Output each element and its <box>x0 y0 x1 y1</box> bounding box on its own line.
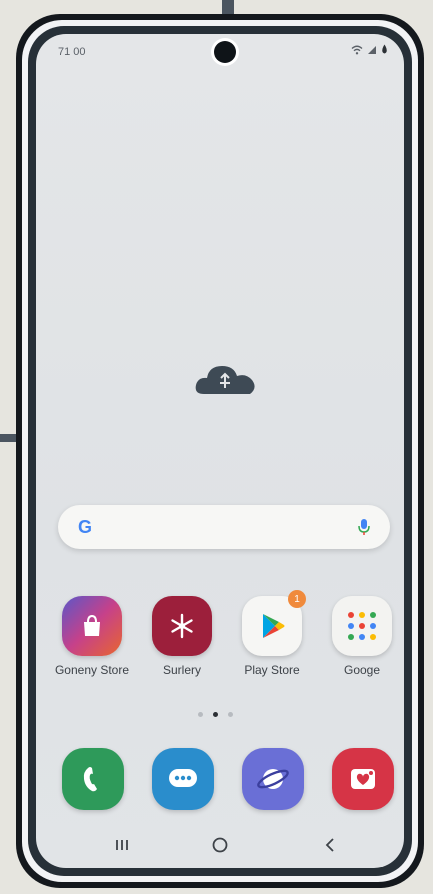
app-surlery[interactable]: Surlery <box>142 596 222 677</box>
app-label: Surlery <box>162 663 201 677</box>
page-indicator[interactable] <box>198 712 233 717</box>
home-icon[interactable] <box>200 832 240 858</box>
google-search-bar[interactable]: G <box>58 505 390 549</box>
home-screen: 71 00 G Goneny Store Surlery 1 Play Stor… <box>36 34 404 868</box>
shopping-bag-icon <box>62 596 122 656</box>
microphone-icon[interactable] <box>358 518 370 536</box>
app-label: Play Store <box>244 663 300 677</box>
battery-icon <box>382 44 387 54</box>
page-dot[interactable] <box>198 712 203 717</box>
front-camera <box>214 41 236 63</box>
notification-badge: 1 <box>288 590 306 608</box>
cloud-sync-icon[interactable] <box>194 358 258 398</box>
status-time: 71 00 <box>58 46 86 58</box>
page-dot[interactable] <box>228 712 233 717</box>
play-triangle-icon: 1 <box>242 590 306 656</box>
google-apps-folder-icon <box>332 596 392 656</box>
app-label: Googe <box>343 663 381 677</box>
gallery-icon[interactable] <box>332 748 394 810</box>
phone-icon[interactable] <box>62 748 124 810</box>
recents-icon[interactable] <box>102 832 142 858</box>
app-label: Goneny Store <box>54 663 130 677</box>
messages-icon[interactable] <box>152 748 214 810</box>
signal-icon <box>368 45 376 54</box>
browser-icon[interactable] <box>242 748 304 810</box>
navigation-bar <box>36 830 404 860</box>
wifi-icon <box>351 45 363 54</box>
google-logo-icon: G <box>78 516 93 537</box>
page-dot-active[interactable] <box>213 712 218 717</box>
app-googe-folder[interactable]: Googe <box>322 596 402 677</box>
app-goneny-store[interactable]: Goneny Store <box>52 596 132 677</box>
scene: 71 00 G Goneny Store Surlery 1 Play Stor… <box>0 0 433 894</box>
app-play-store[interactable]: 1 Play Store <box>232 590 312 677</box>
status-icons <box>351 44 388 55</box>
snowflake-icon <box>152 596 212 656</box>
back-icon[interactable] <box>310 832 350 858</box>
